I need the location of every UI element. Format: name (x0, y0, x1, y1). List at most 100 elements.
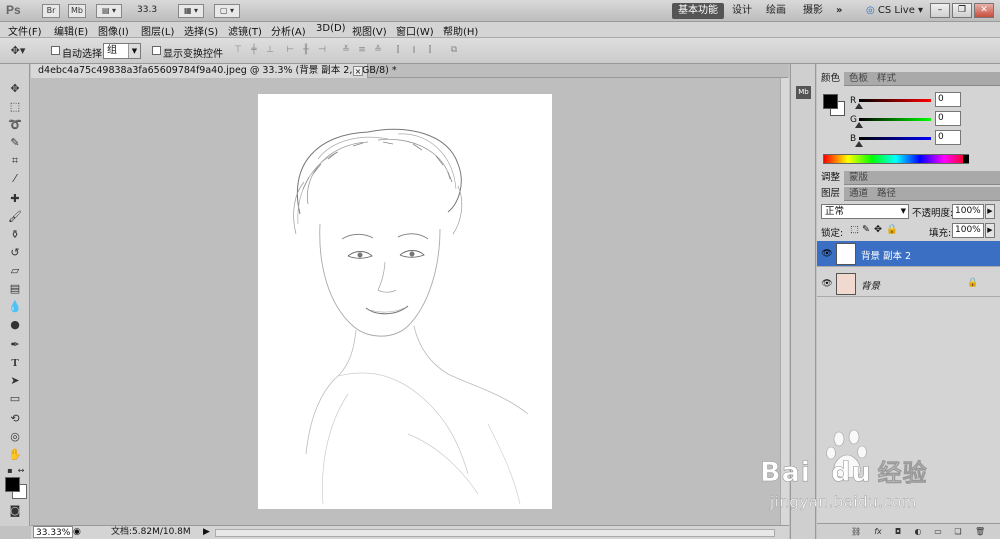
tab-masks[interactable]: 蒙版 (845, 171, 872, 185)
eyedropper-tool-icon[interactable]: ⁄ (7, 172, 23, 186)
menu-file[interactable]: 文件(F) (8, 23, 42, 38)
eye-icon[interactable]: 👁 (821, 279, 833, 289)
trash-icon[interactable]: 🗑 (975, 527, 985, 537)
tab-layers[interactable]: 图层 (817, 187, 845, 201)
distribute-bottom-icon[interactable]: ≙ (372, 45, 384, 56)
b-slider[interactable] (859, 137, 931, 140)
align-top-icon[interactable]: ⊤ (232, 45, 244, 56)
lock-all-icon[interactable]: 🔒 (886, 224, 898, 235)
menu-edit[interactable]: 编辑(E) (54, 23, 88, 38)
workspace-painting[interactable]: 绘画 (760, 3, 792, 19)
menu-view[interactable]: 视图(V) (352, 23, 387, 38)
lasso-tool-icon[interactable]: ➰ (7, 118, 23, 132)
dodge-tool-icon[interactable]: ● (7, 318, 23, 332)
menu-select[interactable]: 选择(S) (184, 23, 218, 38)
tab-styles[interactable]: 样式 (873, 72, 900, 86)
b-slider-thumb[interactable] (855, 141, 863, 147)
arrange-documents-button[interactable]: ▦ ▾ (178, 4, 204, 18)
swap-colors-icon[interactable]: ↔ (16, 464, 26, 478)
align-bottom-icon[interactable]: ⊥ (264, 45, 276, 56)
maximize-button[interactable]: ❐ (952, 3, 972, 18)
status-info-icon[interactable]: ◉ (73, 526, 81, 539)
layer-style-icon[interactable]: fx (873, 527, 883, 537)
blur-tool-icon[interactable]: 💧 (7, 300, 23, 314)
fill-arrow-icon[interactable]: ▶ (985, 223, 995, 238)
workspace-photography[interactable]: 摄影 (797, 3, 829, 19)
screen-mode-button[interactable]: ▢ ▾ (214, 4, 240, 18)
menu-filter[interactable]: 滤镜(T) (228, 23, 262, 38)
status-menu-arrow-icon[interactable]: ▶ (203, 526, 210, 539)
tab-swatches[interactable]: 色板 (845, 72, 872, 86)
layer-row-background[interactable]: 👁 背景 🔒 (817, 271, 1000, 297)
quick-select-tool-icon[interactable]: ✎ (7, 136, 23, 150)
default-colors-icon[interactable]: ▪ (5, 464, 15, 478)
distribute-hcenter-icon[interactable]: ⫾ (408, 45, 420, 56)
distribute-right-icon[interactable]: ⫿ (424, 45, 436, 56)
horizontal-scrollbar[interactable] (215, 529, 775, 537)
spectrum-black-swatch[interactable] (963, 155, 969, 163)
path-select-tool-icon[interactable]: ➤ (7, 374, 23, 388)
shape-tool-icon[interactable]: ▭ (7, 392, 23, 406)
tab-paths[interactable]: 路径 (873, 187, 900, 201)
fill-field[interactable]: 100% (952, 223, 984, 238)
r-slider[interactable] (859, 99, 931, 102)
type-tool-icon[interactable]: T (7, 356, 23, 370)
zoom-level[interactable]: 33.3 (137, 5, 157, 15)
hand-tool-icon[interactable]: ✋ (7, 448, 23, 462)
eraser-tool-icon[interactable]: ▱ (7, 264, 23, 278)
auto-select-dropdown[interactable]: 组 ▼ (103, 43, 141, 59)
move-tool-icon[interactable]: ✥ (7, 82, 23, 96)
blend-mode-dropdown[interactable]: 正常 ▼ (821, 204, 909, 219)
g-slider-thumb[interactable] (855, 122, 863, 128)
clone-stamp-tool-icon[interactable]: ⚱ (7, 228, 23, 242)
brush-tool-icon[interactable]: 🖌 (7, 210, 23, 224)
panel-foreground-swatch[interactable] (823, 94, 838, 109)
lock-pixels-icon[interactable]: ✎ (862, 224, 870, 235)
eye-icon[interactable]: 👁 (821, 249, 833, 259)
layer-row-background-copy-2[interactable]: 👁 背景 副本 2 (817, 241, 1000, 267)
align-left-icon[interactable]: ⊢ (284, 45, 296, 56)
opacity-arrow-icon[interactable]: ▶ (985, 204, 995, 219)
pen-tool-icon[interactable]: ✒ (7, 338, 23, 352)
auto-select-checkbox[interactable] (51, 46, 60, 55)
g-slider[interactable] (859, 118, 931, 121)
quick-mask-icon[interactable]: ◙ (7, 504, 23, 518)
workspace-essentials[interactable]: 基本功能 (672, 3, 724, 19)
history-brush-tool-icon[interactable]: ↺ (7, 246, 23, 260)
link-layers-icon[interactable]: ⛓ (851, 527, 861, 537)
gradient-tool-icon[interactable]: ▤ (7, 282, 23, 296)
lock-transparency-icon[interactable]: ⬚ (850, 224, 859, 235)
bridge-button[interactable]: Br (42, 4, 60, 18)
cs-live-button[interactable]: ◎ CS Live ▾ (866, 3, 923, 19)
g-value-field[interactable]: 0 (935, 111, 961, 126)
menu-image[interactable]: 图像(I) (98, 23, 129, 38)
crop-tool-icon[interactable]: ⌗ (7, 154, 23, 168)
r-slider-thumb[interactable] (855, 103, 863, 109)
align-hcenter-icon[interactable]: ╫ (300, 45, 312, 56)
menu-3d[interactable]: 3D(D) (316, 23, 346, 34)
close-document-icon[interactable]: × (353, 66, 363, 76)
vertical-scrollbar[interactable] (780, 78, 789, 525)
minimize-button[interactable]: – (930, 3, 950, 18)
mini-bridge-panel-icon[interactable]: Mb (796, 86, 811, 99)
b-value-field[interactable]: 0 (935, 130, 961, 145)
workspace-design[interactable]: 设计 (726, 3, 758, 19)
menu-analysis[interactable]: 分析(A) (271, 23, 306, 38)
status-zoom[interactable]: 33.33% (33, 526, 74, 538)
new-layer-icon[interactable]: ❏ (953, 527, 963, 537)
align-vcenter-icon[interactable]: ╪ (248, 45, 260, 56)
tab-adjustments[interactable]: 调整 (817, 171, 845, 185)
canvas-area[interactable] (31, 78, 780, 525)
opacity-field[interactable]: 100% (952, 204, 984, 219)
healing-brush-tool-icon[interactable]: ✚ (7, 192, 23, 206)
mini-bridge-button[interactable]: Mb (68, 4, 86, 18)
lock-position-icon[interactable]: ✥ (874, 224, 882, 235)
tab-channels[interactable]: 通道 (845, 187, 872, 201)
distribute-left-icon[interactable]: ⫿ (392, 45, 404, 56)
show-transform-checkbox[interactable] (152, 46, 161, 55)
distribute-vcenter-icon[interactable]: ≡ (356, 45, 368, 56)
move-tool-preset-icon[interactable]: ✥▾ (10, 44, 26, 58)
r-value-field[interactable]: 0 (935, 92, 961, 107)
group-icon[interactable]: ▭ (933, 527, 943, 537)
menu-window[interactable]: 窗口(W) (396, 23, 434, 38)
